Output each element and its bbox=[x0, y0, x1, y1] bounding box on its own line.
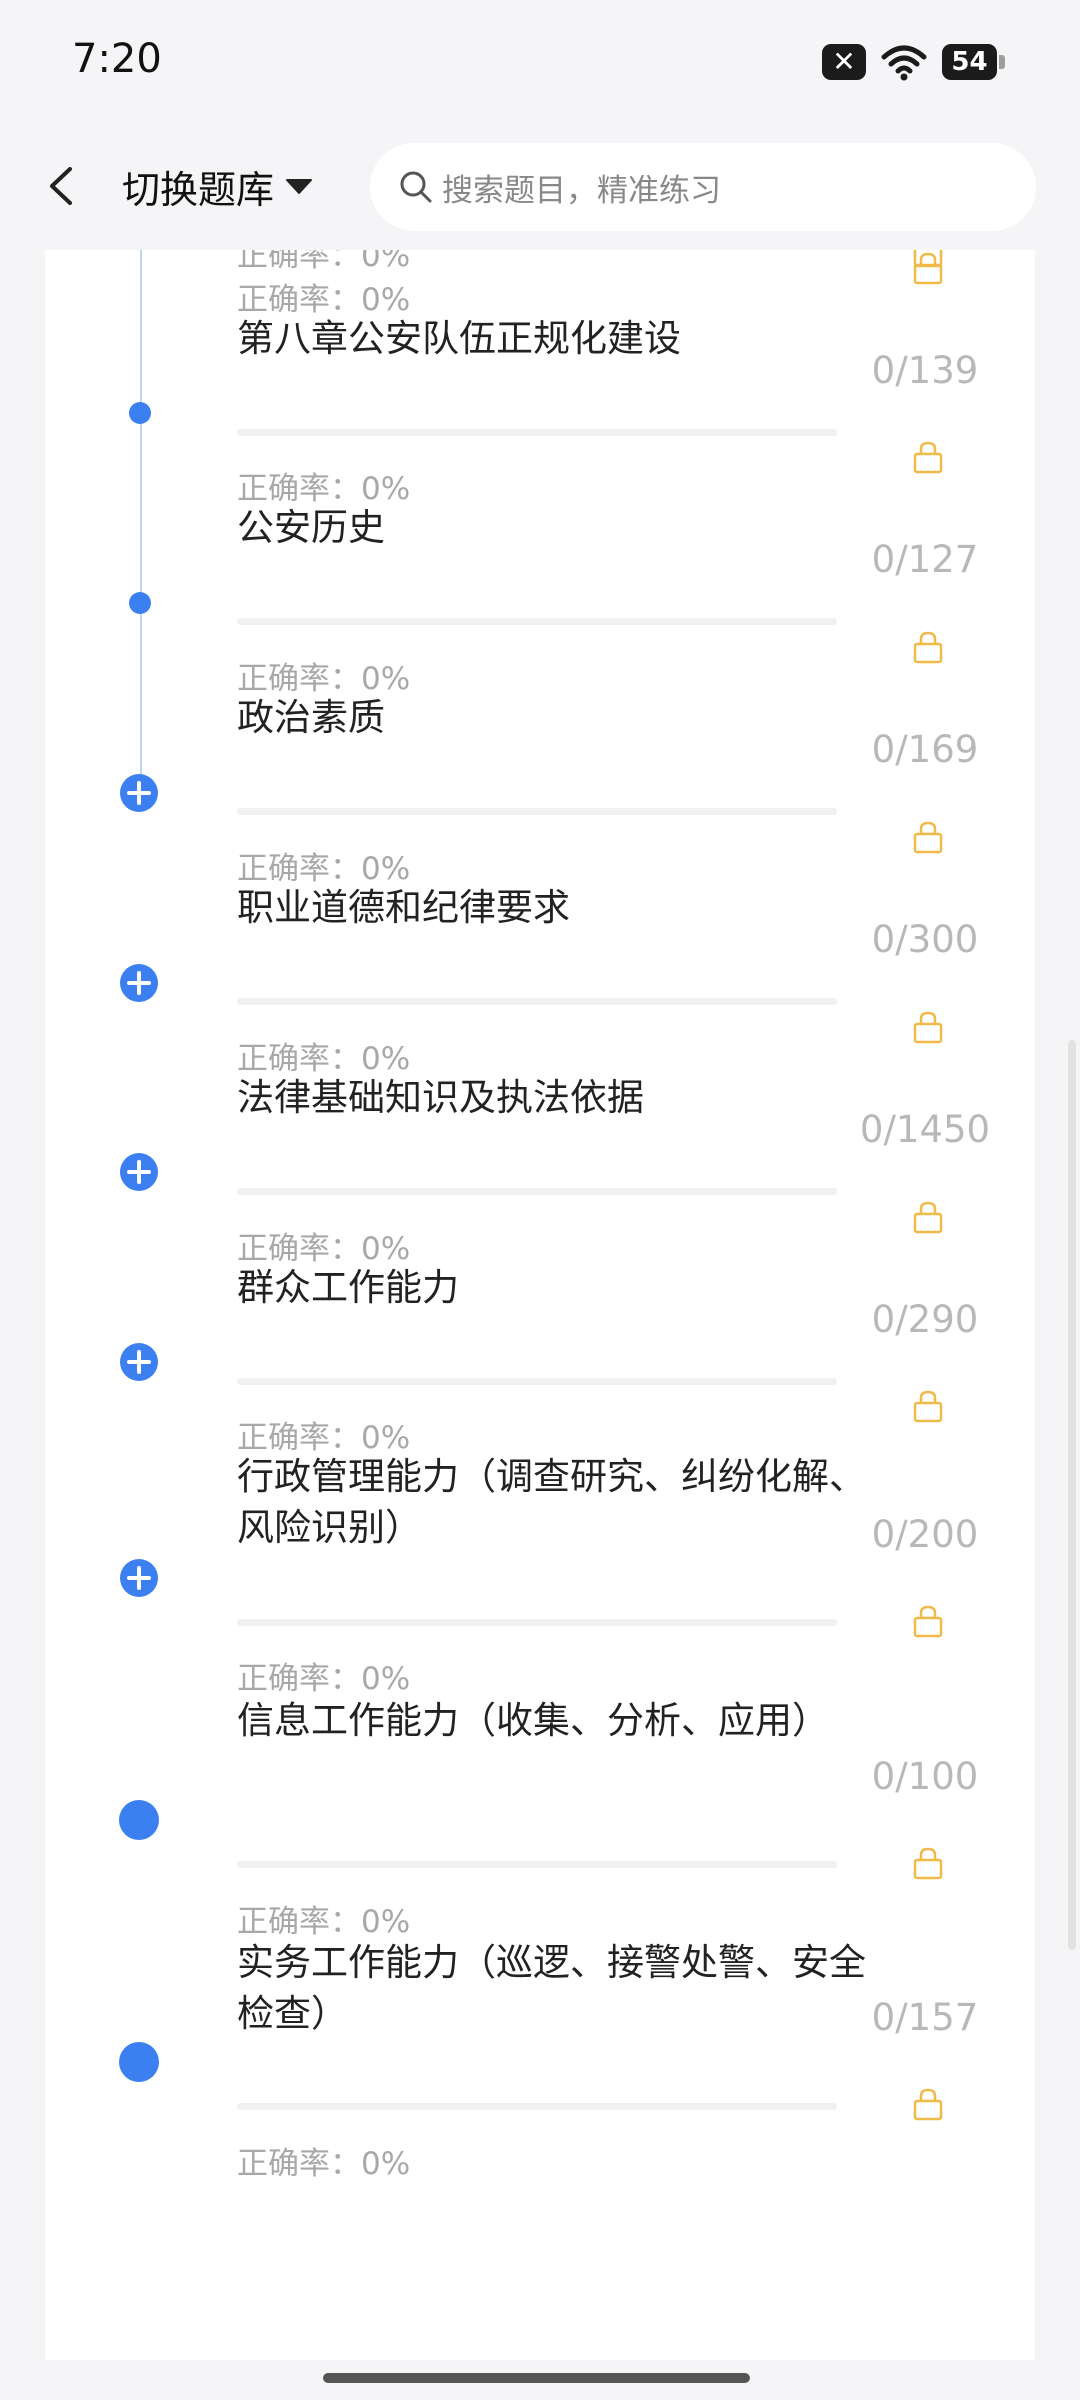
chapter-dot bbox=[119, 1800, 159, 1840]
progress-bar bbox=[237, 1619, 837, 1626]
question-count: 0/139 bbox=[871, 349, 979, 392]
search-icon bbox=[400, 171, 432, 203]
progress-bar bbox=[237, 808, 837, 815]
close-icon: ✕ bbox=[822, 44, 866, 80]
home-indicator[interactable] bbox=[323, 2373, 750, 2383]
lock-icon[interactable] bbox=[911, 1010, 945, 1044]
back-icon[interactable] bbox=[40, 161, 84, 211]
progress-bar bbox=[237, 2103, 837, 2110]
chapter-accuracy: 正确率：0% bbox=[237, 1904, 411, 1940]
progress-bar bbox=[237, 1378, 837, 1385]
wifi-icon bbox=[881, 45, 927, 81]
chapter-list: 正确率：0% 第七章公安执法监督正确率：0%0/136第八章公安队伍正规化建设正… bbox=[45, 250, 1035, 2360]
question-count: 0/200 bbox=[871, 1513, 979, 1556]
chapter-title: 职业道德和纪律要求 bbox=[237, 886, 570, 929]
chapter-title: 群众工作能力 bbox=[237, 1266, 459, 1309]
chapter-title: 实务工作能力（巡逻、接警处警、安全检查） bbox=[237, 1941, 866, 2035]
chapter-title: 公安历史 bbox=[237, 506, 385, 549]
timeline-dot bbox=[129, 402, 151, 424]
search-input[interactable]: 搜索题目，精准练习 bbox=[370, 143, 1036, 231]
expand-plus-icon[interactable] bbox=[119, 1152, 159, 1192]
timeline-dot bbox=[129, 592, 151, 614]
status-icons: ✕ 54 bbox=[822, 43, 1006, 81]
lock-icon[interactable] bbox=[911, 1389, 945, 1423]
question-count: 0/290 bbox=[871, 1298, 979, 1341]
question-count: 0/169 bbox=[871, 728, 979, 771]
lock-icon[interactable] bbox=[911, 1846, 945, 1880]
status-time: 7:20 bbox=[72, 36, 162, 82]
expand-plus-icon[interactable] bbox=[119, 1342, 159, 1382]
chapter-accuracy: 正确率：0% bbox=[237, 250, 411, 274]
chapter-accuracy: 正确率：0% bbox=[237, 2146, 411, 2182]
battery-icon: 54 bbox=[942, 44, 1006, 80]
chapter-title: 信息工作能力（收集、分析、应用） bbox=[237, 1699, 829, 1742]
caret-down-icon bbox=[286, 179, 313, 194]
chapter-title: 政治素质 bbox=[237, 696, 385, 739]
lock-icon[interactable] bbox=[911, 2087, 945, 2121]
expand-plus-icon[interactable] bbox=[119, 1558, 159, 1598]
question-count: 0/1450 bbox=[859, 1108, 991, 1151]
expand-plus-icon[interactable] bbox=[119, 773, 159, 813]
progress-bar bbox=[237, 618, 837, 625]
progress-bar bbox=[237, 429, 837, 436]
chapter-title: 法律基础知识及执法依据 bbox=[237, 1076, 644, 1119]
switch-bank-label: 切换题库 bbox=[122, 167, 275, 212]
lock-icon[interactable] bbox=[911, 440, 945, 474]
lock-icon[interactable] bbox=[911, 630, 945, 664]
chapter-title: 第八章公安队伍正规化建设 bbox=[237, 317, 681, 360]
timeline-line bbox=[140, 250, 142, 780]
chapter-title: 行政管理能力（调查研究、纠纷化解、风险识别） bbox=[237, 1455, 866, 1549]
progress-bar bbox=[237, 1188, 837, 1195]
question-count: 0/300 bbox=[871, 918, 979, 961]
header: 切换题库 搜索题目，精准练习 bbox=[0, 125, 1080, 250]
lock-icon[interactable] bbox=[911, 251, 945, 285]
scrollbar[interactable] bbox=[1068, 1040, 1076, 1950]
question-count: 0/127 bbox=[871, 538, 979, 581]
search-placeholder: 搜索题目，精准练习 bbox=[442, 172, 721, 209]
chapter-dot bbox=[119, 2042, 159, 2082]
switch-bank-button[interactable]: 切换题库 bbox=[122, 157, 314, 215]
lock-icon[interactable] bbox=[911, 1604, 945, 1638]
lock-icon[interactable] bbox=[911, 1200, 945, 1234]
status-bar: 7:20 ✕ 54 bbox=[0, 0, 1080, 125]
progress-bar bbox=[237, 998, 837, 1005]
progress-bar bbox=[237, 1861, 837, 1868]
question-count: 0/100 bbox=[871, 1755, 979, 1798]
lock-icon[interactable] bbox=[911, 820, 945, 854]
chapter-accuracy: 正确率：0% bbox=[237, 1661, 411, 1697]
battery-level: 54 bbox=[942, 44, 997, 80]
expand-plus-icon[interactable] bbox=[119, 963, 159, 1003]
question-count: 0/157 bbox=[871, 1996, 979, 2039]
